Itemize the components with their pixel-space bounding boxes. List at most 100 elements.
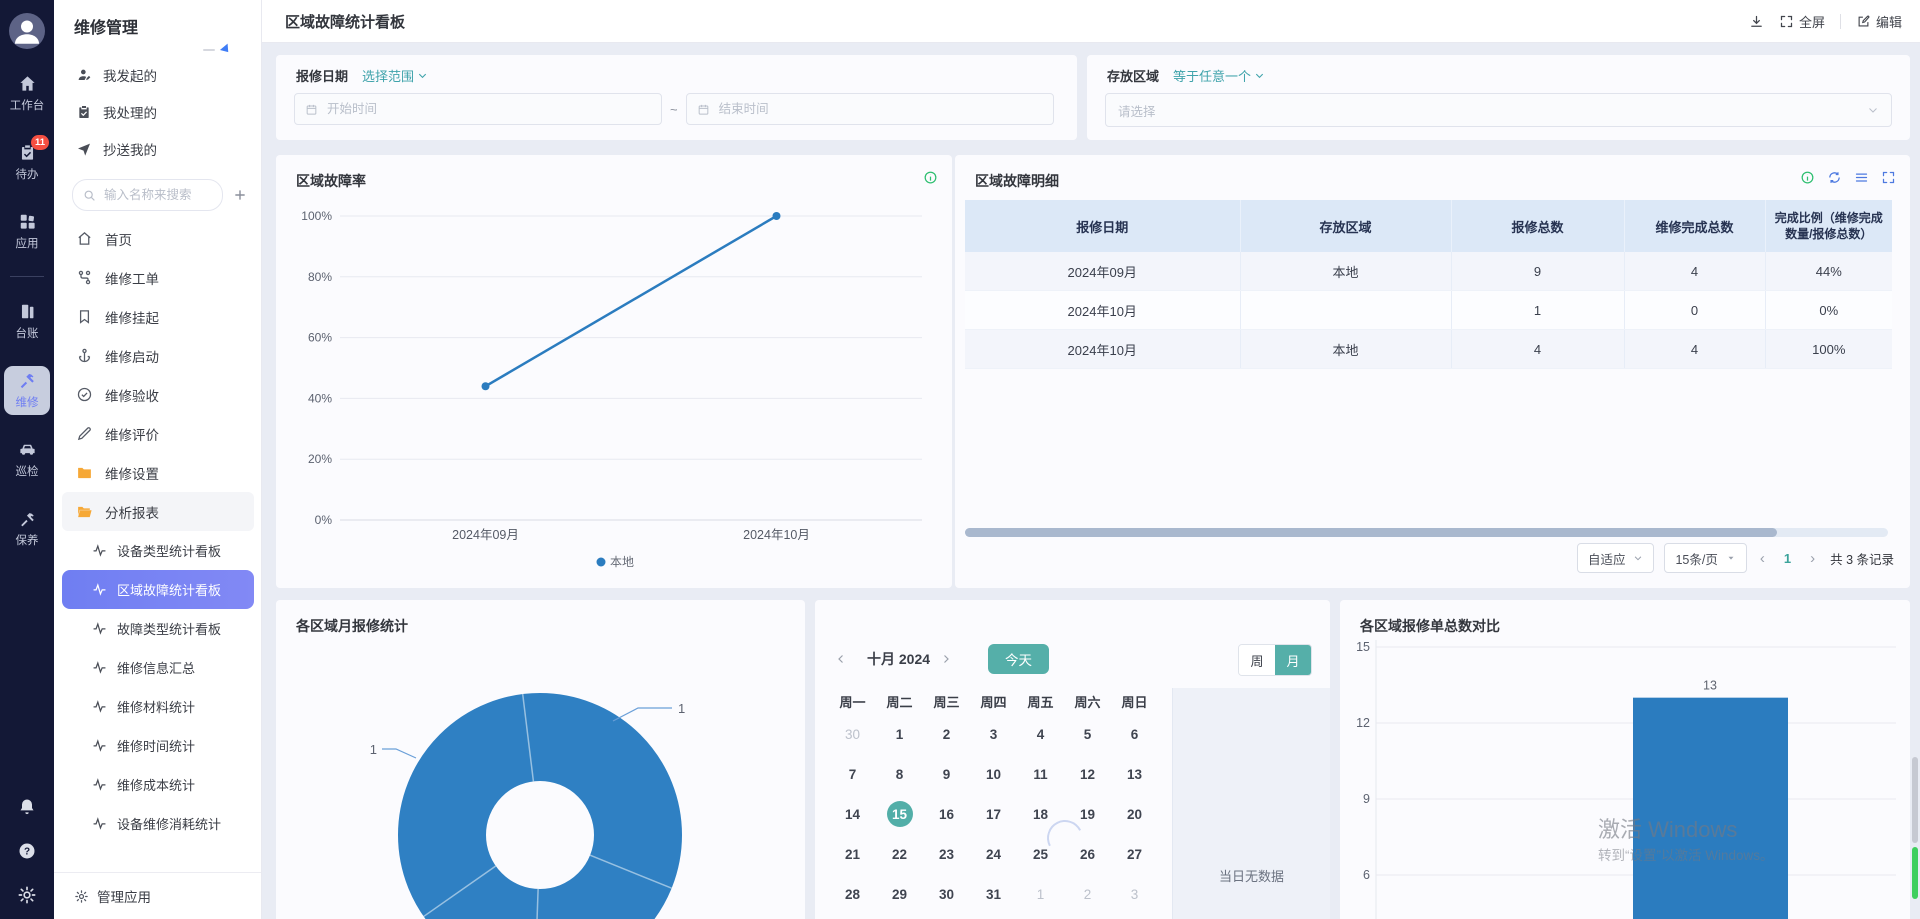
- calendar-date-cell[interactable]: 27: [1111, 847, 1158, 862]
- sidebar-item-device-type-board[interactable]: 设备类型统计看板: [62, 531, 254, 570]
- calendar-date-cell[interactable]: 2: [923, 727, 970, 742]
- calendar-date-cell[interactable]: 3: [970, 727, 1017, 742]
- refresh-icon[interactable]: [1827, 170, 1842, 185]
- sidebar-item-fault-type-board[interactable]: 故障类型统计看板: [62, 609, 254, 648]
- calendar-date-cell[interactable]: 8: [876, 767, 923, 782]
- rail-item-todo[interactable]: 11 待办: [4, 138, 50, 187]
- calendar-date-cell[interactable]: 24: [970, 847, 1017, 862]
- sidebar-item-area-fault-board[interactable]: 区域故障统计看板: [62, 570, 254, 609]
- table-column-header[interactable]: 报修总数: [1451, 200, 1624, 252]
- week-view-toggle[interactable]: 周: [1239, 645, 1275, 675]
- end-time-input[interactable]: [717, 101, 1043, 117]
- rail-item-workbench[interactable]: 工作台: [4, 69, 50, 118]
- sidebar-item-my-processed[interactable]: 我处理的: [54, 93, 261, 130]
- sidebar-item-cc-to-me[interactable]: 抄送我的: [54, 130, 261, 167]
- download-button[interactable]: [1749, 14, 1764, 29]
- calendar-next-button[interactable]: [940, 653, 962, 665]
- table-row[interactable]: 2024年10月本地44100%: [965, 330, 1892, 369]
- settings-gear-icon[interactable]: [17, 885, 37, 905]
- calendar-date-cell[interactable]: 9: [923, 767, 970, 782]
- fit-mode-select[interactable]: 自适应: [1577, 543, 1655, 573]
- sidebar-item-repair-start[interactable]: 维修启动: [62, 336, 254, 375]
- sidebar-item-home[interactable]: 首页: [62, 219, 254, 258]
- rail-item-maintenance[interactable]: 保养: [4, 504, 50, 553]
- prev-page-button[interactable]: ‹: [1757, 550, 1768, 567]
- area-operator-link[interactable]: 等于任意一个: [1173, 66, 1265, 85]
- fullscreen-button[interactable]: 全屏: [1779, 12, 1825, 31]
- calendar-date-cell[interactable]: 15: [876, 801, 923, 827]
- table-column-header[interactable]: 完成比例（维修完成数量/报修总数）: [1765, 200, 1892, 252]
- calendar-date-cell[interactable]: 31: [970, 887, 1017, 902]
- calendar-date-cell[interactable]: 1: [1017, 887, 1064, 902]
- page-scrollbar-marker[interactable]: [1912, 847, 1918, 899]
- calendar-date-cell[interactable]: 20: [1111, 807, 1158, 822]
- user-avatar[interactable]: [9, 13, 45, 49]
- calendar-date-cell[interactable]: 22: [876, 847, 923, 862]
- calendar-date-cell[interactable]: 16: [923, 807, 970, 822]
- sidebar-item-manage-apps[interactable]: 管理应用: [54, 872, 261, 919]
- expand-icon[interactable]: [1881, 170, 1896, 185]
- start-time-input[interactable]: [325, 101, 651, 117]
- calendar-date-cell[interactable]: 30: [923, 887, 970, 902]
- help-icon[interactable]: ?: [17, 841, 37, 861]
- calendar-date-cell[interactable]: 7: [829, 767, 876, 782]
- calendar-date-cell[interactable]: 10: [970, 767, 1017, 782]
- sidebar-item-repair-review[interactable]: 维修评价: [62, 414, 254, 453]
- sidebar-item-repair-hold[interactable]: 维修挂起: [62, 297, 254, 336]
- table-row[interactable]: 2024年10月100%: [965, 291, 1892, 330]
- start-time-field[interactable]: [294, 93, 662, 125]
- sidebar-item-repair-cost-stats[interactable]: 维修成本统计: [62, 765, 254, 804]
- sidebar-collapse-indicator[interactable]: [203, 46, 231, 53]
- edit-button[interactable]: 编辑: [1856, 12, 1902, 31]
- calendar-date-cell[interactable]: 11: [1017, 767, 1064, 782]
- sidebar-item-device-repair-consumption[interactable]: 设备维修消耗统计: [62, 804, 254, 843]
- date-operator-link[interactable]: 选择范围: [362, 66, 428, 85]
- sidebar-item-work-orders[interactable]: 维修工单: [62, 258, 254, 297]
- calendar-date-cell[interactable]: 17: [970, 807, 1017, 822]
- today-button[interactable]: 今天: [988, 644, 1049, 674]
- calendar-date-cell[interactable]: 29: [876, 887, 923, 902]
- calendar-date-cell[interactable]: 13: [1111, 767, 1158, 782]
- calendar-date-cell[interactable]: 3: [1111, 887, 1158, 902]
- calendar-date-cell[interactable]: 19: [1064, 807, 1111, 822]
- notification-bell-icon[interactable]: [17, 797, 37, 817]
- sidebar-item-repair-acceptance[interactable]: 维修验收: [62, 375, 254, 414]
- search-input[interactable]: [102, 187, 212, 203]
- table-column-header[interactable]: 报修日期: [965, 200, 1240, 252]
- add-button[interactable]: [229, 184, 251, 206]
- calendar-date-cell[interactable]: 5: [1064, 727, 1111, 742]
- end-time-field[interactable]: [686, 93, 1054, 125]
- table-column-header[interactable]: 存放区域: [1240, 200, 1451, 252]
- table-column-header[interactable]: 维修完成总数: [1624, 200, 1765, 252]
- page-size-select[interactable]: 15条/页: [1664, 543, 1746, 573]
- next-page-button[interactable]: ›: [1807, 550, 1818, 567]
- calendar-date-cell[interactable]: 14: [829, 807, 876, 822]
- table-hscrollbar-thumb[interactable]: [965, 528, 1777, 537]
- rail-item-repair[interactable]: 维修: [4, 366, 50, 415]
- list-view-icon[interactable]: [1854, 170, 1869, 185]
- calendar-date-cell[interactable]: 6: [1111, 727, 1158, 742]
- page-scrollbar-thumb[interactable]: [1912, 757, 1918, 843]
- sidebar-item-analysis-reports[interactable]: 分析报表: [62, 492, 254, 531]
- rail-item-apps[interactable]: 应用: [4, 207, 50, 256]
- rail-item-ledger[interactable]: 台账: [4, 297, 50, 346]
- calendar-prev-button[interactable]: [835, 653, 857, 665]
- search-pill[interactable]: [72, 179, 223, 211]
- info-icon[interactable]: [1800, 170, 1815, 185]
- calendar-date-cell[interactable]: 28: [829, 887, 876, 902]
- calendar-date-cell[interactable]: 23: [923, 847, 970, 862]
- sidebar-item-repair-material-stats[interactable]: 维修材料统计: [62, 687, 254, 726]
- calendar-date-cell[interactable]: 18: [1017, 807, 1064, 822]
- calendar-date-cell[interactable]: 1: [876, 727, 923, 742]
- sidebar-item-repair-info-summary[interactable]: 维修信息汇总: [62, 648, 254, 687]
- table-row[interactable]: 2024年09月本地9444%: [965, 252, 1892, 291]
- sidebar-item-my-initiated[interactable]: 我发起的: [54, 56, 261, 93]
- rail-item-inspection[interactable]: 巡检: [4, 435, 50, 484]
- calendar-date-cell[interactable]: 2: [1064, 887, 1111, 902]
- info-icon[interactable]: [923, 170, 938, 185]
- sidebar-item-repair-settings[interactable]: 维修设置: [62, 453, 254, 492]
- area-select[interactable]: 请选择: [1105, 93, 1892, 127]
- calendar-date-cell[interactable]: 12: [1064, 767, 1111, 782]
- sidebar-item-repair-time-stats[interactable]: 维修时间统计: [62, 726, 254, 765]
- calendar-date-cell[interactable]: 30: [829, 727, 876, 742]
